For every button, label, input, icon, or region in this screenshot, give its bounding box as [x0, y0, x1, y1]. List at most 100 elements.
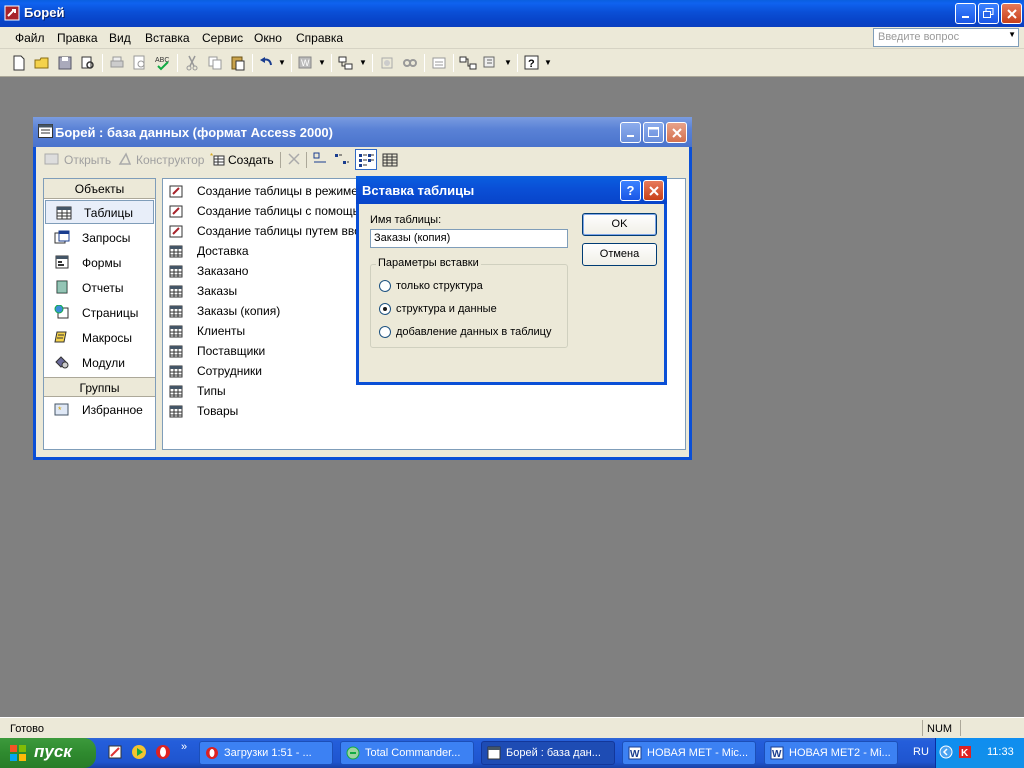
start-button[interactable]: пуск: [0, 738, 96, 768]
taskbar-item-word-2[interactable]: W НОВАЯ МЕТ2 - Mi...: [764, 741, 898, 765]
large-icons-icon[interactable]: [312, 152, 328, 168]
ok-button[interactable]: OK: [582, 213, 657, 236]
menu-view[interactable]: Вид: [109, 31, 131, 45]
option-append-data[interactable]: добавление данных в таблицу: [379, 326, 551, 338]
ask-question-box[interactable]: Введите вопрос ▼: [873, 28, 1019, 47]
details-icon[interactable]: [382, 152, 398, 168]
print-preview-icon[interactable]: [131, 54, 149, 72]
quicklaunch-opera-icon[interactable]: [155, 744, 171, 760]
db-maximize-button[interactable]: [643, 122, 664, 143]
open-folder-icon[interactable]: [33, 54, 51, 72]
list-item[interactable]: Типы: [169, 384, 226, 404]
properties-icon[interactable]: [430, 54, 448, 72]
table-name-input[interactable]: Заказы (копия): [370, 229, 568, 248]
quicklaunch-notepad-icon[interactable]: [107, 744, 123, 760]
menu-insert[interactable]: Вставка: [145, 31, 190, 45]
status-divider: [922, 720, 923, 736]
restore-button[interactable]: [978, 3, 999, 24]
script-icon[interactable]: [401, 54, 419, 72]
cut-icon[interactable]: [183, 54, 201, 72]
design-button[interactable]: Конструктор: [136, 153, 204, 167]
chevron-down-icon[interactable]: ▼: [318, 58, 326, 67]
list-item[interactable]: Создание таблицы в режиме ко: [169, 184, 373, 204]
paste-icon[interactable]: [229, 54, 247, 72]
kaspersky-icon[interactable]: K: [958, 745, 972, 759]
quicklaunch-media-icon[interactable]: [131, 744, 147, 760]
object-label: Макросы: [82, 331, 133, 345]
relationships-icon[interactable]: [459, 54, 477, 72]
dialog-help-button[interactable]: ?: [620, 180, 641, 201]
taskbar-item-borey-db[interactable]: Борей : база дан...: [481, 741, 615, 765]
list-item[interactable]: Создание таблицы путем вводa: [169, 224, 374, 244]
menu-window[interactable]: Окно: [254, 31, 282, 45]
object-macros[interactable]: Макросы: [44, 325, 155, 350]
option-structure-only[interactable]: только структура: [379, 280, 483, 292]
object-pages[interactable]: Страницы: [44, 300, 155, 325]
language-indicator[interactable]: RU: [913, 746, 929, 758]
help-icon[interactable]: ?: [523, 54, 541, 72]
groups-header[interactable]: Группы: [44, 377, 155, 397]
small-icons-icon[interactable]: [334, 152, 350, 168]
save-icon[interactable]: [56, 54, 74, 72]
main-toolbar: ABC ▼ W ▼ ▼ ▼ ? ▼: [0, 49, 1024, 77]
list-item[interactable]: Заказы (копия): [169, 304, 280, 324]
chevron-double-icon[interactable]: »: [181, 741, 187, 753]
office-links-icon[interactable]: W: [297, 54, 315, 72]
list-item[interactable]: Клиенты: [169, 324, 245, 344]
tray-arrow-icon[interactable]: [939, 745, 953, 759]
chevron-down-icon[interactable]: ▼: [504, 58, 512, 67]
undo-icon[interactable]: [258, 54, 276, 72]
close-icon: [1006, 8, 1017, 19]
object-tables[interactable]: Таблицы: [45, 200, 154, 224]
list-item[interactable]: Сотрудники: [169, 364, 262, 384]
list-item[interactable]: Заказы: [169, 284, 237, 304]
copy-icon[interactable]: [206, 54, 224, 72]
delete-icon[interactable]: [287, 152, 301, 166]
taskbar-item-downloads[interactable]: Загрузки 1:51 - ...: [199, 741, 333, 765]
db-close-button[interactable]: [666, 122, 687, 143]
close-button[interactable]: [1001, 3, 1022, 24]
print-icon[interactable]: [108, 54, 126, 72]
code-icon[interactable]: [378, 54, 396, 72]
taskbar-item-total-commander[interactable]: Total Commander...: [340, 741, 474, 765]
list-item[interactable]: Товары: [169, 404, 238, 424]
chevron-down-icon[interactable]: ▼: [544, 58, 552, 67]
dialog-close-button[interactable]: [643, 180, 664, 201]
object-modules[interactable]: Модули: [44, 350, 155, 375]
create-button[interactable]: Создать: [228, 153, 274, 167]
open-button[interactable]: Открыть: [64, 153, 111, 167]
objects-header[interactable]: Объекты: [44, 179, 155, 199]
list-item[interactable]: Заказано: [169, 264, 248, 284]
file-search-icon[interactable]: [79, 54, 97, 72]
spelling-icon[interactable]: ABC: [154, 54, 172, 72]
list-item[interactable]: Создание таблицы с помощью м: [169, 204, 380, 224]
menu-tools[interactable]: Сервис: [202, 31, 243, 45]
chevron-down-icon[interactable]: ▼: [359, 58, 367, 67]
table-name-label: Имя таблицы:: [370, 214, 442, 226]
chevron-down-icon[interactable]: ▼: [1008, 30, 1016, 39]
toolbar-separator: [331, 54, 332, 72]
menu-edit[interactable]: Правка: [57, 31, 98, 45]
object-reports[interactable]: Отчеты: [44, 275, 155, 300]
new-file-icon[interactable]: [10, 54, 28, 72]
database-window-title-bar[interactable]: Борей : база данных (формат Access 2000): [33, 117, 692, 147]
analyze-icon[interactable]: [337, 54, 355, 72]
minimize-button[interactable]: [955, 3, 976, 24]
taskbar-item-word-1[interactable]: W НОВАЯ МЕТ - Mic...: [622, 741, 756, 765]
cancel-button[interactable]: Отмена: [582, 243, 657, 266]
db-minimize-button[interactable]: [620, 122, 641, 143]
list-item[interactable]: Поставщики: [169, 344, 265, 364]
chevron-down-icon[interactable]: ▼: [278, 58, 286, 67]
dialog-title-bar[interactable]: Вставка таблицы ?: [356, 176, 667, 204]
app-title-bar[interactable]: Борей: [0, 0, 1024, 27]
new-object-icon[interactable]: [482, 54, 500, 72]
list-view-button[interactable]: [355, 149, 377, 170]
menu-file[interactable]: Файл: [15, 31, 45, 45]
object-forms[interactable]: Формы: [44, 250, 155, 275]
object-queries[interactable]: Запросы: [44, 225, 155, 250]
group-favorites[interactable]: * Избранное: [44, 397, 155, 422]
list-item[interactable]: Доставка: [169, 244, 249, 264]
option-structure-and-data[interactable]: структура и данные: [379, 303, 497, 315]
menu-help[interactable]: Справка: [296, 31, 343, 45]
svg-text:W: W: [772, 749, 782, 760]
